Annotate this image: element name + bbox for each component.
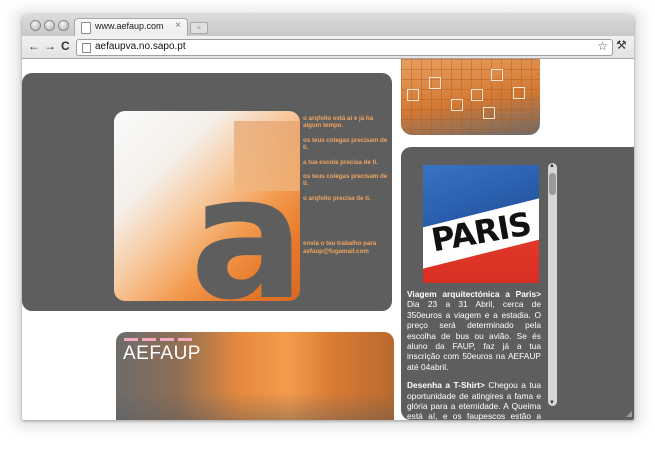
back-button[interactable]: ← [28, 39, 40, 53]
minimize-window-button[interactable] [44, 20, 55, 31]
address-bar[interactable]: aefaupva.no.sapo.pt ☆ [76, 39, 613, 56]
url-text[interactable]: aefaupva.no.sapo.pt [95, 41, 186, 52]
aefaup-banner[interactable]: AEFAUP [116, 332, 394, 420]
orange-grid-image [401, 59, 540, 135]
grid-square [483, 107, 495, 119]
grid-square [513, 87, 525, 99]
intro-message: o arqfolio está aí e já há algum tempo. [303, 115, 374, 130]
browser-window: www.aefaup.com × + ← → C aefaupva.no.sap… [22, 14, 634, 420]
grid-square [491, 69, 503, 81]
news-scrollbar[interactable]: ▲ ▼ [548, 163, 557, 406]
zoom-window-button[interactable] [58, 20, 69, 31]
trip-title[interactable]: Viagem arquitectónica a Paris> [407, 289, 541, 299]
article-tshirt: Desenha a T-Shirt> Chegou a tua oportuni… [407, 380, 541, 420]
wrench-menu-icon[interactable]: ⚒ [616, 38, 627, 52]
intro-messages: o arqfolio está aí e já há algum tempo. … [303, 115, 393, 262]
close-window-button[interactable] [30, 20, 41, 31]
tab-close-icon[interactable]: × [175, 20, 181, 31]
toolbar: ← → C aefaupva.no.sapo.pt ☆ ⚒ [22, 36, 634, 59]
page-content: a o arqfolio está aí e já há algum tempo… [22, 59, 634, 420]
tab-title: www.aefaup.com [95, 21, 164, 31]
reload-button[interactable]: C [61, 39, 70, 53]
big-letter-a: a [190, 140, 305, 338]
resize-grip-icon[interactable]: ◢ [626, 409, 632, 418]
bookmark-star-icon[interactable]: ☆ [597, 39, 608, 53]
intro-message: os teus colegas precisam de ti. [303, 136, 388, 152]
forward-button[interactable]: → [44, 39, 56, 53]
intro-message: o arqfolio precisa de ti. [303, 194, 371, 202]
trip-body: Dia 23 a 31 Abril, cerca de 350euros a v… [407, 299, 541, 372]
banner-fade [116, 392, 394, 420]
scroll-down-icon[interactable]: ▼ [549, 400, 555, 406]
intro-message-email[interactable]: envia o teu trabalho para aefaup@fugamai… [303, 240, 393, 255]
paris-poster[interactable]: PARIS [423, 165, 539, 283]
article-trip: Viagem arquitectónica a Paris> Dia 23 a … [407, 289, 541, 372]
grid-square [407, 89, 419, 101]
logo-stripes [124, 338, 196, 341]
tab-aefaup[interactable]: www.aefaup.com × [74, 18, 188, 37]
aefaup-logo: AEFAUP [123, 343, 201, 364]
grid-square [429, 77, 441, 89]
new-tab-button[interactable]: + [190, 22, 208, 34]
tshirt-title[interactable]: Desenha a T-Shirt> [407, 380, 485, 390]
grid-square [471, 89, 483, 101]
page-icon [82, 43, 91, 53]
intro-message: os teus colegas precisam de ti. [303, 173, 388, 188]
page-icon [81, 22, 91, 34]
tab-bar: www.aefaup.com × + [22, 14, 634, 37]
scroll-up-icon[interactable]: ▲ [549, 163, 555, 169]
news-article: Viagem arquitectónica a Paris> Dia 23 a … [407, 289, 541, 420]
grid-square [451, 99, 463, 111]
scroll-thumb[interactable] [549, 173, 556, 195]
intro-message: a tua escola precisa de ti. [303, 158, 378, 166]
